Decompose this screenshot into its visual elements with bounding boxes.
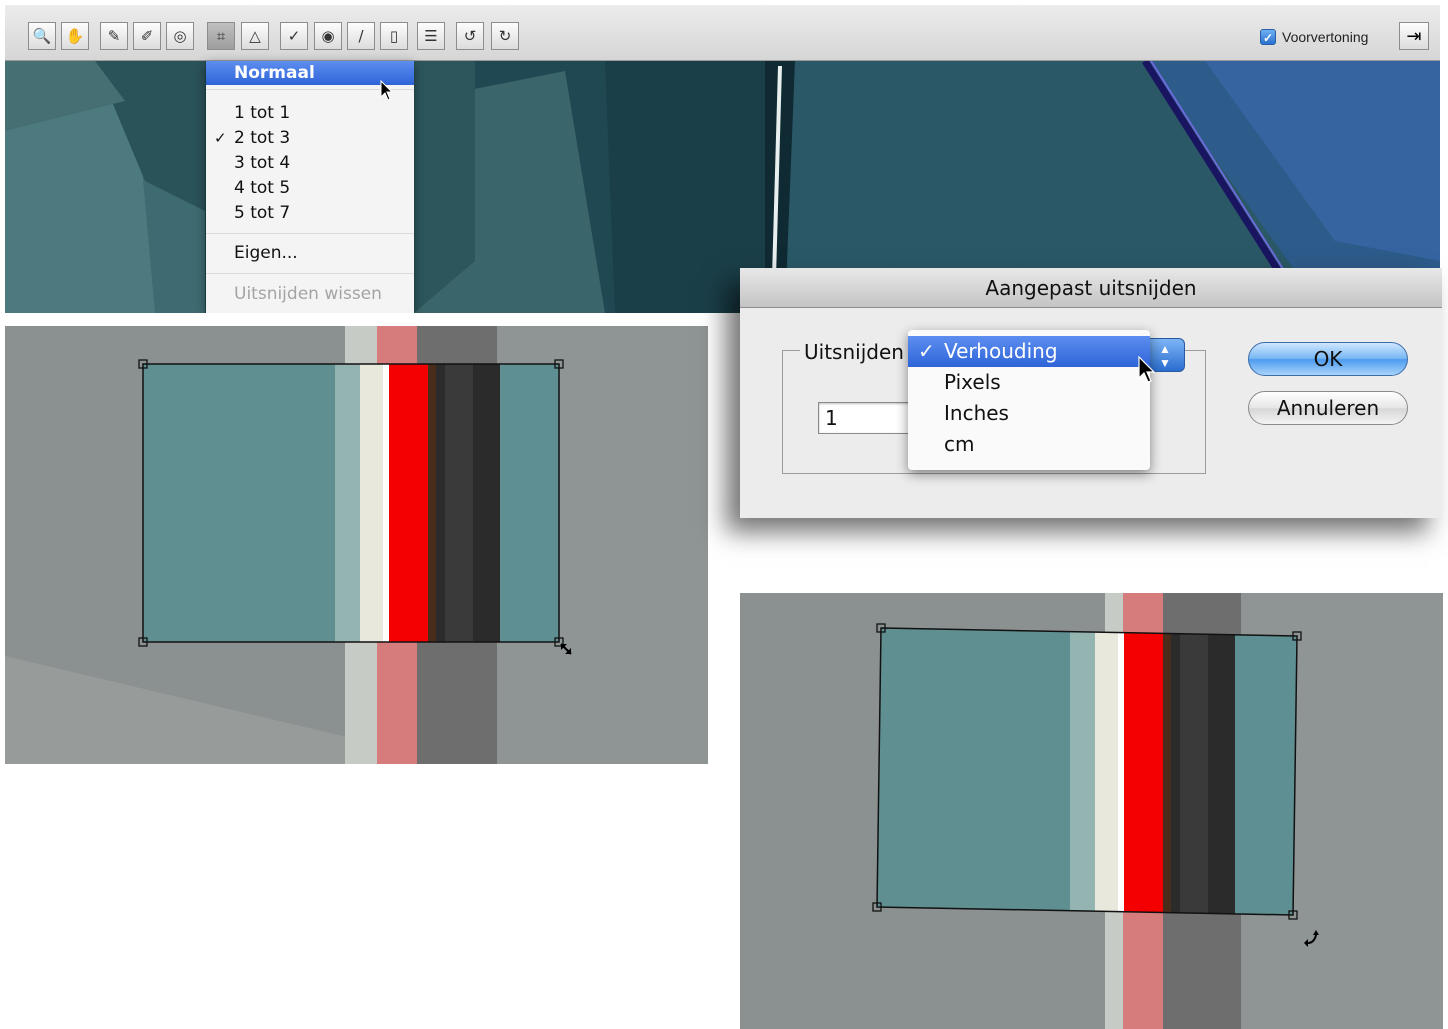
graduated-filter-icon: ▯ bbox=[389, 27, 399, 45]
menu-item-ratio[interactable]: 3 tot 4 bbox=[206, 151, 414, 175]
mouse-cursor-icon bbox=[380, 80, 394, 101]
mouse-cursor-icon bbox=[1138, 356, 1156, 383]
hand-icon: ✋ bbox=[65, 27, 85, 45]
unit-menu: ✓ Verhouding Pixels Inches cm bbox=[908, 330, 1150, 470]
brush-icon: / bbox=[358, 27, 364, 45]
spot-removal-tool[interactable]: ✓ bbox=[280, 22, 308, 50]
fullscreen-icon: ⇥ bbox=[1406, 25, 1422, 47]
target-adjustment-tool[interactable]: ◎ bbox=[166, 22, 194, 50]
cancel-button[interactable]: Annuleren bbox=[1248, 391, 1408, 425]
unit-option[interactable]: ✓ Verhouding bbox=[908, 336, 1150, 367]
menu-item-ratio[interactable]: 1 tot 1 bbox=[206, 101, 414, 125]
ok-button[interactable]: OK bbox=[1248, 342, 1408, 376]
chevron-up-down-icon: ▲ ▼ bbox=[1159, 342, 1171, 370]
fullscreen-button[interactable]: ⇥ bbox=[1399, 22, 1429, 50]
menu-item-label: 3 tot 4 bbox=[234, 153, 291, 173]
crop-group-label: Uitsnijden bbox=[800, 340, 908, 364]
menu-item-ratio[interactable]: 4 tot 5 bbox=[206, 176, 414, 200]
rotate-left-icon: ↺ bbox=[463, 27, 477, 45]
menu-item-clear-crop[interactable]: Uitsnijden wissen bbox=[206, 282, 414, 306]
menu-item-label: 4 tot 5 bbox=[234, 178, 291, 198]
preview-checkbox[interactable]: ✓ bbox=[1260, 29, 1276, 45]
straighten-icon: △ bbox=[249, 27, 261, 45]
crop-example-image bbox=[5, 326, 708, 764]
rotate-left-tool[interactable]: ↺ bbox=[456, 22, 484, 50]
red-eye-icon: ◉ bbox=[321, 27, 335, 45]
toolbar: 🔍 ✋ ✎ ✐ ◎ ⌗ △ ✓ ◉ / ▯ ☰ ↺ ↻ ✓ Voorvertoning ⇥ bbox=[5, 5, 1440, 61]
graduated-filter-tool[interactable]: ▯ bbox=[380, 22, 408, 50]
unit-option-label: Verhouding bbox=[944, 339, 1058, 363]
magnifier-icon: 🔍 bbox=[32, 27, 52, 45]
list-icon: ☰ bbox=[424, 27, 438, 45]
eyedropper-icon: ✎ bbox=[107, 27, 121, 45]
dialog-title: Aangepast uitsnijden bbox=[740, 268, 1442, 308]
unit-option[interactable]: Pixels bbox=[908, 367, 1150, 398]
zoom-tool[interactable]: 🔍 bbox=[28, 22, 56, 50]
adjustment-brush-tool[interactable]: / bbox=[347, 22, 375, 50]
color-sampler-tool[interactable]: ✐ bbox=[133, 22, 161, 50]
menu-item-ratio[interactable]: ✓ 2 tot 3 bbox=[206, 126, 414, 150]
camera-raw-top-panel: 🔍 ✋ ✎ ✐ ◎ ⌗ △ ✓ ◉ / ▯ ☰ ↺ ↻ ✓ Voorvertoning ⇥ bbox=[5, 5, 1440, 313]
custom-crop-dialog: Aangepast uitsnijden Uitsnijden 1 ▲ ▼ ✓ Ve… bbox=[740, 268, 1442, 518]
white-balance-tool[interactable]: ✎ bbox=[100, 22, 128, 50]
menu-item-label: 2 tot 3 bbox=[234, 128, 291, 148]
crop-icon: ⌗ bbox=[216, 27, 226, 45]
preferences-tool[interactable]: ☰ bbox=[417, 22, 445, 50]
crop-tool[interactable]: ⌗ bbox=[207, 22, 235, 50]
red-eye-tool[interactable]: ◉ bbox=[314, 22, 342, 50]
preview-toggle[interactable]: ✓ Voorvertoning bbox=[1260, 25, 1368, 49]
checkmark-icon: ✓ bbox=[214, 129, 227, 147]
menu-separator bbox=[206, 273, 414, 274]
crop-example-panel bbox=[5, 326, 708, 764]
menu-item-custom[interactable]: Eigen... bbox=[206, 241, 414, 265]
checkmark-icon: ✓ bbox=[918, 339, 935, 363]
unit-option[interactable]: Inches bbox=[908, 398, 1150, 429]
straighten-tool[interactable]: △ bbox=[241, 22, 269, 50]
rotate-right-tool[interactable]: ↻ bbox=[491, 22, 519, 50]
menu-item-label: 1 tot 1 bbox=[234, 103, 291, 123]
color-sampler-icon: ✐ bbox=[140, 27, 154, 45]
menu-separator bbox=[206, 233, 414, 234]
menu-item-ratio[interactable]: 5 tot 7 bbox=[206, 201, 414, 225]
unit-option[interactable]: cm bbox=[908, 429, 1150, 460]
ratio-value-input[interactable]: 1 bbox=[818, 402, 914, 434]
target-adjustment-icon: ◎ bbox=[173, 27, 187, 45]
unit-option-label: cm bbox=[944, 432, 975, 456]
spot-removal-icon: ✓ bbox=[287, 27, 301, 45]
preview-label: Voorvertoning bbox=[1282, 29, 1369, 45]
rotated-crop-panel bbox=[740, 593, 1443, 1029]
hand-tool[interactable]: ✋ bbox=[61, 22, 89, 50]
unit-option-label: Pixels bbox=[944, 370, 1001, 394]
menu-item-label: 5 tot 7 bbox=[234, 203, 291, 223]
rotated-crop-image bbox=[740, 593, 1443, 1029]
rotate-right-icon: ↻ bbox=[498, 27, 512, 45]
unit-option-label: Inches bbox=[944, 401, 1009, 425]
